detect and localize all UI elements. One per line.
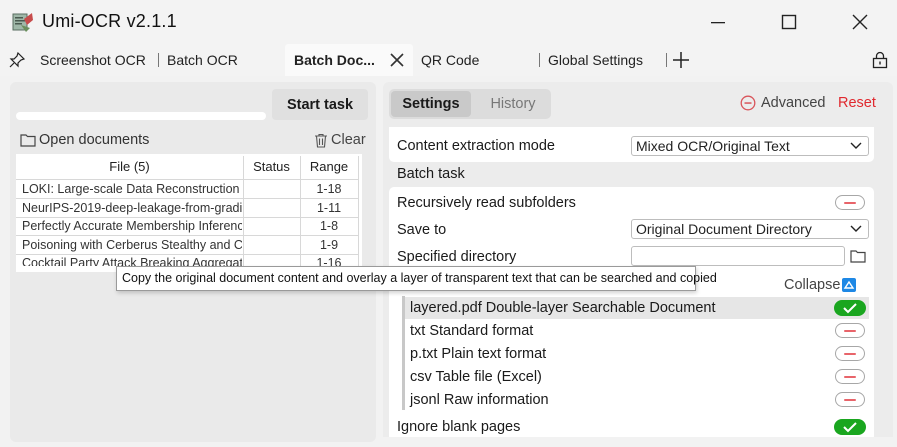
trash-icon [315, 133, 327, 148]
table-row-file[interactable]: Cocktail Party Attack Breaking Aggregati… [22, 254, 242, 266]
open-documents-label: Open documents [39, 132, 150, 148]
minimize-icon [711, 22, 725, 24]
table-row-file[interactable]: NeurIPS-2019-deep-leakage-from-gradier [22, 199, 242, 218]
lock-icon[interactable] [872, 51, 888, 69]
tab-history-panel[interactable]: History [476, 91, 550, 117]
close-window-button[interactable] [837, 5, 883, 39]
window-title: Umi-OCR v2.1.1 [42, 11, 177, 31]
tab-global-settings[interactable]: Global Settings [548, 44, 643, 76]
app-logo-icon [12, 13, 33, 32]
table-row-file[interactable]: Poisoning with Cerberus Stealthy and Col… [22, 236, 242, 255]
close-icon [852, 14, 868, 30]
format-jsonl-toggle[interactable] [835, 392, 865, 407]
clear-label: Clear [331, 132, 366, 148]
triangle-up-icon [843, 280, 855, 289]
tab-separator [158, 53, 159, 67]
table-row-range: 1-16 [316, 256, 342, 266]
table-row-status [243, 217, 300, 236]
table-row-range: 1-11 [316, 201, 342, 215]
ignore-blank-toggle[interactable] [834, 419, 866, 435]
content-mode-value: Mixed OCR/Original Text [636, 138, 790, 154]
bottom-edge [383, 437, 897, 447]
tab-separator [539, 53, 540, 67]
maximize-icon [781, 14, 797, 30]
minimize-button[interactable] [695, 5, 741, 39]
format-layered-pdf-label: layered.pdf Double-layer Searchable Docu… [410, 300, 716, 316]
tab-screenshot-ocr[interactable]: Screenshot OCR [40, 44, 146, 76]
format-ptxt-label: p.txt Plain text format [410, 346, 547, 362]
content-mode-label: Content extraction mode [397, 138, 555, 154]
batch-task-heading: Batch task [397, 166, 465, 182]
specified-directory-label: Specified directory [397, 249, 517, 265]
save-to-select[interactable]: Original Document Directory [631, 219, 869, 239]
reset-button[interactable]: Reset [838, 95, 876, 111]
open-documents-button[interactable]: Open documents [20, 132, 149, 148]
tab-separator [666, 53, 667, 67]
tab-settings-panel[interactable]: Settings [391, 91, 471, 117]
add-tab-icon[interactable] [672, 51, 690, 69]
check-icon [843, 422, 857, 433]
recursive-label: Recursively read subfolders [397, 195, 576, 211]
table-row-status [243, 180, 300, 199]
table-row-file[interactable]: Perfectly Accurate Membership Inference [22, 217, 242, 236]
table-row-file[interactable]: LOKI: Large-scale Data Reconstruction A [22, 180, 242, 199]
check-icon [843, 303, 857, 314]
format-csv-toggle[interactable] [835, 369, 865, 384]
collapse-icon[interactable] [842, 278, 856, 292]
folder-icon [20, 134, 36, 147]
tab-batch-ocr[interactable]: Batch OCR [167, 44, 238, 76]
minus-circle-icon [740, 95, 756, 111]
clear-button[interactable]: Clear [314, 132, 366, 148]
tab-batch-doc-label: Batch Doc... [294, 52, 375, 68]
format-layered-pdf-toggle[interactable] [834, 300, 866, 316]
table-row-status [243, 199, 300, 218]
ignore-blank-label: Ignore blank pages [397, 419, 521, 435]
table-row-range: 1-9 [319, 238, 339, 252]
format-txt-label: txt Standard format [410, 323, 534, 339]
chevron-down-icon [850, 225, 862, 232]
format-tooltip: Copy the original document content and o… [116, 266, 717, 291]
pin-icon[interactable] [9, 52, 25, 68]
format-csv-label: csv Table file (Excel) [410, 369, 542, 385]
collapse-label[interactable]: Collapse [784, 277, 840, 293]
table-row-range: 1-8 [319, 219, 339, 233]
maximize-button[interactable] [766, 5, 812, 39]
format-txt-toggle[interactable] [835, 323, 865, 338]
table-row-range: 1-18 [316, 182, 342, 196]
column-header-range[interactable]: Range [300, 156, 358, 178]
chevron-down-icon [850, 142, 862, 149]
table-row-status [243, 236, 300, 255]
folder-icon[interactable] [850, 249, 866, 263]
advanced-label: Advanced [761, 95, 826, 111]
format-jsonl-label: jsonl Raw information [410, 392, 549, 408]
column-header-file[interactable]: File (5) [16, 156, 243, 178]
advanced-toggle[interactable]: Advanced [740, 95, 826, 111]
close-tab-icon[interactable] [390, 53, 404, 67]
table-row-status [243, 254, 300, 266]
save-to-value: Original Document Directory [636, 221, 812, 237]
recursive-toggle[interactable] [835, 195, 865, 210]
specified-directory-input[interactable] [631, 246, 845, 266]
save-to-label: Save to [397, 222, 447, 238]
format-ptxt-toggle[interactable] [835, 346, 865, 361]
progress-bar [16, 112, 266, 120]
content-mode-select[interactable]: Mixed OCR/Original Text [631, 136, 869, 156]
column-header-status[interactable]: Status [243, 156, 300, 178]
tab-qr-code[interactable]: QR Code [421, 44, 479, 76]
start-task-button[interactable]: Start task [272, 89, 368, 120]
